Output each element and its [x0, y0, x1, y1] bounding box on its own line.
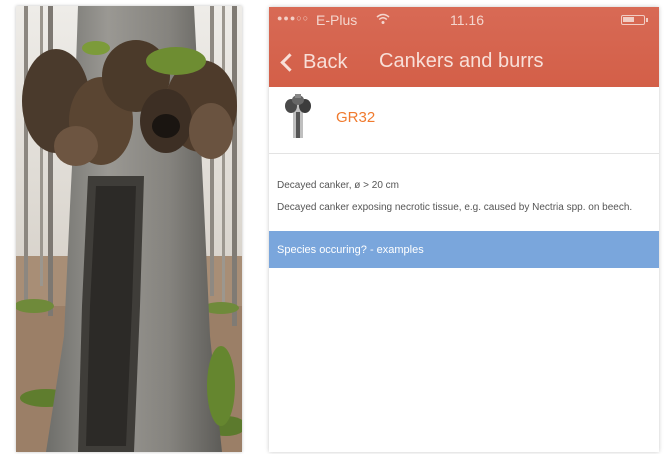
- back-label: Back: [303, 50, 348, 73]
- status-time: 11.16: [450, 12, 484, 28]
- phone-screen: ●●●○○ E-Plus 11.16 Back Cankers and burr…: [269, 7, 659, 452]
- canker-thumbnail-icon: [285, 94, 311, 138]
- back-button[interactable]: Back: [277, 47, 347, 77]
- battery-icon: [621, 15, 648, 25]
- page-title: Cankers and burrs: [379, 50, 544, 72]
- signal-strength: ●●●○○: [277, 13, 310, 23]
- status-bar: ●●●○○ E-Plus 11.16: [269, 7, 659, 33]
- chevron-left-icon: [280, 52, 299, 72]
- species-examples-button[interactable]: Species occuring? - examples: [269, 231, 659, 268]
- wifi-icon: [376, 13, 390, 28]
- description-long: Decayed canker exposing necrotic tissue,…: [277, 202, 633, 213]
- nav-header: ●●●○○ E-Plus 11.16 Back Cankers and burr…: [269, 7, 659, 87]
- defect-code-row[interactable]: GR32: [269, 88, 659, 154]
- carrier-name: E-Plus: [316, 12, 358, 28]
- tree-canker-photo: [16, 6, 242, 452]
- description-short: Decayed canker, ø > 20 cm: [277, 180, 400, 191]
- description-block: Decayed canker, ø > 20 cm Decayed canker…: [277, 179, 655, 214]
- defect-code-label: GR32: [336, 109, 376, 126]
